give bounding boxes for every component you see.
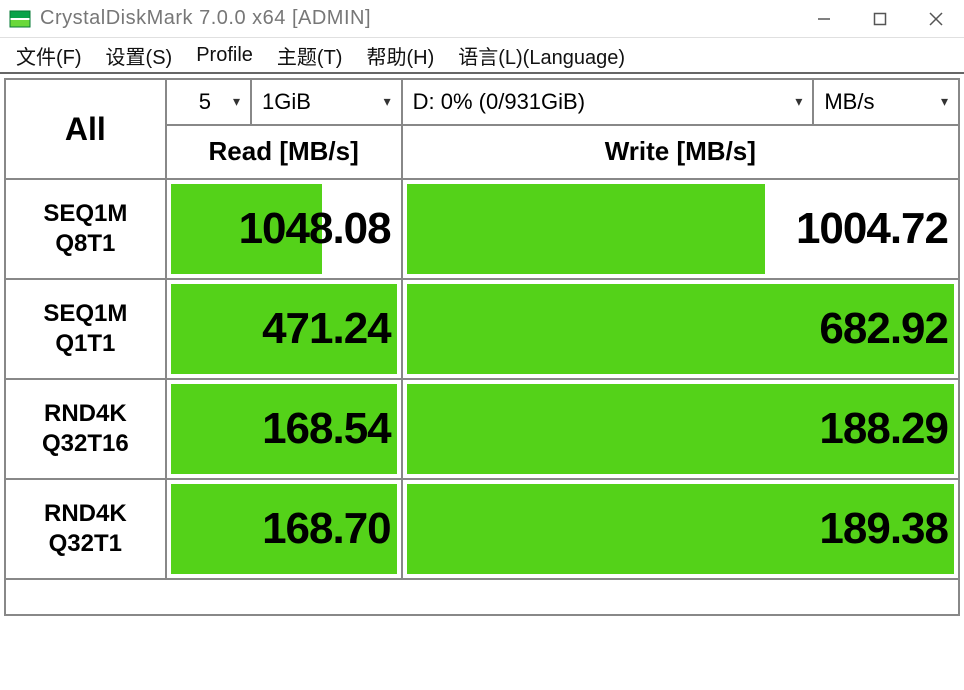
close-button[interactable] <box>908 0 964 37</box>
write-value: 189.38 <box>403 480 958 578</box>
row-label-line2: Q8T1 <box>6 229 165 259</box>
read-value: 471.24 <box>167 280 401 378</box>
table-row: RND4K Q32T16 168.54 188.29 <box>5 379 959 479</box>
results-grid: All 5 ▾ 1GiB ▾ D: 0% (0/931GiB) ▾ MB/s ▾ <box>4 78 960 616</box>
test-button-seq1m-q8t1[interactable]: SEQ1M Q8T1 <box>5 179 166 279</box>
table-row: RND4K Q32T1 168.70 189.38 <box>5 479 959 579</box>
table-row: SEQ1M Q1T1 471.24 682.92 <box>5 279 959 379</box>
test-button-rnd4k-q32t16[interactable]: RND4K Q32T16 <box>5 379 166 479</box>
read-cell: 1048.08 <box>166 179 402 279</box>
row-label-line1: SEQ1M <box>6 199 165 229</box>
read-cell: 168.70 <box>166 479 402 579</box>
minimize-button[interactable] <box>796 0 852 37</box>
chevron-down-icon: ▾ <box>941 93 948 110</box>
all-button[interactable]: All <box>5 79 166 179</box>
drive-select[interactable]: D: 0% (0/931GiB) ▾ <box>403 82 813 122</box>
read-header: Read [MB/s] <box>166 125 402 179</box>
menu-help[interactable]: 帮助(H) <box>356 37 444 74</box>
maximize-button[interactable] <box>852 0 908 37</box>
chevron-down-icon: ▾ <box>233 93 240 110</box>
chevron-down-icon: ▾ <box>384 93 391 110</box>
app-icon <box>8 7 32 31</box>
unit-value: MB/s <box>824 89 941 115</box>
drive-value: D: 0% (0/931GiB) <box>413 89 796 115</box>
read-value: 168.70 <box>167 480 401 578</box>
menu-language[interactable]: 语言(L)(Language) <box>448 37 635 74</box>
menubar: 文件(F) 设置(S) Profile 主题(T) 帮助(H) 语言(L)(La… <box>0 38 964 74</box>
menu-file[interactable]: 文件(F) <box>6 37 92 74</box>
write-value: 1004.72 <box>403 180 958 278</box>
write-cell: 682.92 <box>402 279 959 379</box>
titlebar: CrystalDiskMark 7.0.0 x64 [ADMIN] <box>0 0 964 38</box>
main-content: All 5 ▾ 1GiB ▾ D: 0% (0/931GiB) ▾ MB/s ▾ <box>0 74 964 616</box>
row-label-line2: Q32T1 <box>6 529 165 559</box>
row-label-line1: RND4K <box>6 499 165 529</box>
row-label-line2: Q32T16 <box>6 429 165 459</box>
test-button-seq1m-q1t1[interactable]: SEQ1M Q1T1 <box>5 279 166 379</box>
status-bar <box>5 579 959 615</box>
row-label-line1: RND4K <box>6 399 165 429</box>
menu-theme[interactable]: 主题(T) <box>267 37 353 74</box>
test-count-select[interactable]: 5 ▾ <box>167 82 250 122</box>
read-cell: 471.24 <box>166 279 402 379</box>
test-size-value: 1GiB <box>262 89 384 115</box>
row-label-line2: Q1T1 <box>6 329 165 359</box>
window-controls <box>796 0 964 37</box>
read-cell: 168.54 <box>166 379 402 479</box>
write-header: Write [MB/s] <box>402 125 959 179</box>
window-title: CrystalDiskMark 7.0.0 x64 [ADMIN] <box>40 7 796 30</box>
read-value: 1048.08 <box>167 180 401 278</box>
test-count-value: 5 <box>177 89 233 115</box>
test-button-rnd4k-q32t1[interactable]: RND4K Q32T1 <box>5 479 166 579</box>
write-value: 188.29 <box>403 380 958 478</box>
menu-settings[interactable]: 设置(S) <box>96 37 183 74</box>
unit-select[interactable]: MB/s ▾ <box>814 82 958 122</box>
write-cell: 189.38 <box>402 479 959 579</box>
test-size-select[interactable]: 1GiB ▾ <box>252 82 401 122</box>
write-cell: 1004.72 <box>402 179 959 279</box>
read-value: 168.54 <box>167 380 401 478</box>
table-row: SEQ1M Q8T1 1048.08 1004.72 <box>5 179 959 279</box>
all-label: All <box>65 111 106 147</box>
chevron-down-icon: ▾ <box>795 93 802 110</box>
row-label-line1: SEQ1M <box>6 299 165 329</box>
write-cell: 188.29 <box>402 379 959 479</box>
write-value: 682.92 <box>403 280 958 378</box>
menu-profile[interactable]: Profile <box>186 40 263 71</box>
